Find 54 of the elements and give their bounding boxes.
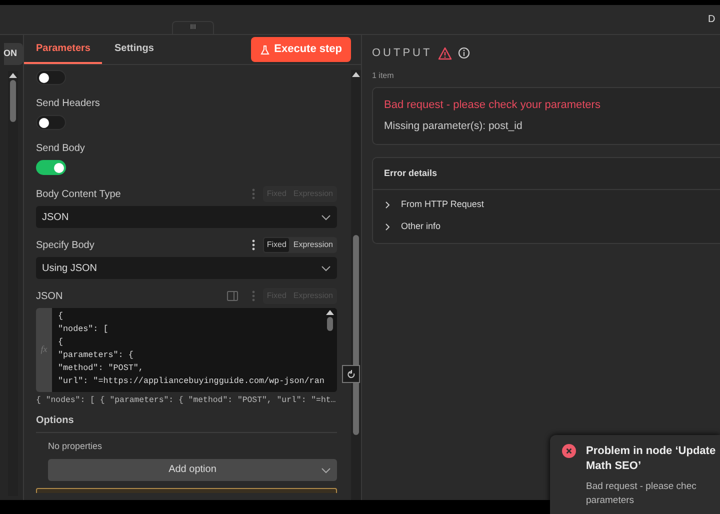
add-option-button[interactable]: Add option <box>48 458 337 481</box>
more-icon <box>252 290 255 302</box>
select-field[interactable]: Using JSON <box>36 257 337 279</box>
chevron-right-icon <box>384 222 391 230</box>
code-preview: { "nodes": [ { "parameters": { "method": "POST", "url": "=ht… <box>36 395 337 407</box>
refresh-icon <box>346 370 356 378</box>
reset-button[interactable] <box>342 365 360 383</box>
code-line: "method": "POST", <box>58 362 144 375</box>
details-row[interactable]: Other info <box>373 216 720 238</box>
code-line: "url": "=https://appliancebuyingguide.com/wp-json/ran <box>58 375 326 388</box>
error-message: Missing parameter(s): post_id <box>384 119 524 134</box>
chevron-right-icon <box>384 201 391 209</box>
flask-icon <box>260 44 270 54</box>
scrollbar[interactable] <box>351 70 361 500</box>
header-text: D <box>708 13 716 27</box>
code-line: { <box>58 310 64 323</box>
tab[interactable]: Parameters <box>24 35 102 64</box>
toast-message: Bad request - please chec parameters <box>586 480 698 508</box>
details-row[interactable]: From HTTP Request <box>373 194 720 216</box>
toast-title: Problem in node ‘Update Math SEO’ <box>586 444 716 474</box>
more-icon <box>252 239 255 251</box>
item-count: 1 item <box>372 70 395 82</box>
field-label: Body Content Type <box>36 188 121 202</box>
field-label: JSON <box>36 290 63 304</box>
field-label: Specify Body <box>36 238 94 252</box>
toggle-switch[interactable] <box>36 70 66 85</box>
scrollbar[interactable] <box>8 71 18 496</box>
details-title: Error details <box>373 158 720 190</box>
chevron-down-icon <box>321 214 331 220</box>
output-title: OUTPUT <box>372 46 432 61</box>
toggle-switch[interactable] <box>36 115 66 130</box>
select-field[interactable]: JSON <box>36 206 337 228</box>
error-title: Bad request - please check your parameters <box>384 98 602 112</box>
chevron-down-icon <box>321 264 331 272</box>
chevron-down-icon <box>321 466 331 474</box>
mode-button[interactable]: ON <box>4 43 23 65</box>
panel-icon <box>226 291 238 301</box>
code-line: "parameters": { <box>58 349 134 362</box>
empty-text: No properties <box>48 440 104 454</box>
mode-switch[interactable]: Fixed Expression <box>262 237 337 253</box>
code-line: "nodes": [ <box>58 323 110 336</box>
more-icon <box>252 188 255 200</box>
section-title: Options <box>36 413 337 434</box>
field-label: Send Body <box>36 142 86 156</box>
scrollbar[interactable] <box>325 308 335 392</box>
mode-option[interactable]: Fixed <box>264 238 290 252</box>
toggle-switch[interactable] <box>36 160 66 175</box>
warning-icon <box>438 46 452 60</box>
field-label: Send Headers <box>36 97 101 111</box>
code-line: { <box>58 336 64 349</box>
mode-option[interactable]: Expression <box>290 238 336 252</box>
error-icon <box>562 444 576 458</box>
info-icon <box>458 47 470 60</box>
tab[interactable]: Settings <box>102 35 166 64</box>
